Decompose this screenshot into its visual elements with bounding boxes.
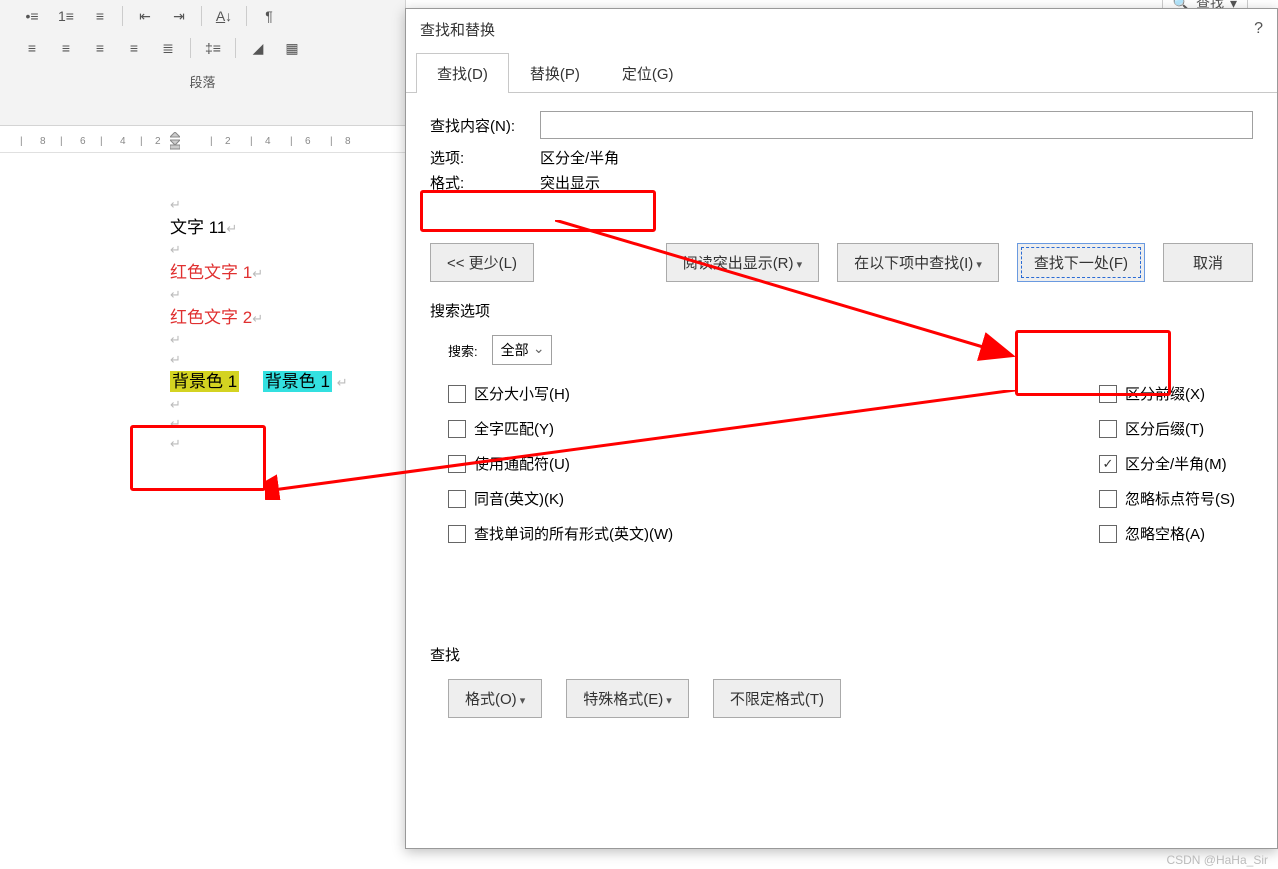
find-section-label: 查找 [430,644,1253,665]
decrease-indent-button[interactable]: ⇤ [131,4,159,28]
ribbon-section-label: 段落 [0,72,405,91]
shading-button[interactable]: ◢ [244,36,272,60]
ruler[interactable]: |8 |6 |4 |2 |2 |4 |6 |8 [0,130,405,153]
numbering-button[interactable]: 1≡ [52,4,80,28]
multilevel-button[interactable]: ≡ [86,4,114,28]
highlighted-text-cyan: 背景色 1 [263,371,332,392]
borders-button[interactable]: ▦ [278,36,306,60]
document-body: ↵ 文字 11↵ ↵ 红色文字 1↵ ↵ 红色文字 2↵ ↵ ↵ 背景色 1 背… [170,195,400,453]
ignore-punct-checkbox[interactable]: 忽略标点符号(S) [1099,488,1235,509]
find-replace-dialog: 查找和替换 ? 查找(D) 替换(P) 定位(G) 查找内容(N): 选项: 区… [405,8,1278,849]
format-button[interactable]: 格式(O) [448,679,542,718]
text-line: 文字 11 [170,218,226,237]
options-value: 区分全/半角 [540,147,619,168]
search-options-label: 搜索选项 [430,300,1253,321]
indent-marker-icon[interactable] [170,132,178,148]
word-forms-checkbox[interactable]: 查找单词的所有形式(英文)(W) [448,523,673,544]
separator [190,38,191,58]
show-marks-button[interactable]: ¶ [255,4,283,28]
justify-button[interactable]: ≡ [120,36,148,60]
dialog-title: 查找和替换 [420,19,495,40]
format-value: 突出显示 [540,172,600,193]
ignore-space-checkbox[interactable]: 忽略空格(A) [1099,523,1235,544]
special-format-button[interactable]: 特殊格式(E) [566,679,689,718]
tab-replace[interactable]: 替换(P) [509,53,601,93]
separator [246,6,247,26]
distribute-button[interactable]: ≣ [154,36,182,60]
cancel-button[interactable]: 取消 [1163,243,1253,282]
separator [235,38,236,58]
match-case-checkbox[interactable]: 区分大小写(H) [448,383,673,404]
red-text-2: 红色文字 2 [170,308,252,327]
align-center-button[interactable]: ≡ [52,36,80,60]
dialog-tabs: 查找(D) 替换(P) 定位(G) [406,53,1277,93]
sort-button[interactable]: A↓ [210,4,238,28]
no-format-button[interactable]: 不限定格式(T) [713,679,841,718]
red-text-1: 红色文字 1 [170,263,252,282]
line-spacing-button[interactable]: ‡≡ [199,36,227,60]
whole-word-checkbox[interactable]: 全字匹配(Y) [448,418,673,439]
search-direction-select[interactable]: 全部 [492,335,552,365]
separator [122,6,123,26]
less-button[interactable]: << 更少(L) [430,243,534,282]
match-prefix-checkbox[interactable]: 区分前缀(X) [1099,383,1235,404]
separator [201,6,202,26]
align-right-button[interactable]: ≡ [86,36,114,60]
find-content-label: 查找内容(N): [430,115,540,136]
paragraph-mark: ↵ [170,195,400,215]
find-in-button[interactable]: 在以下项中查找(I) [837,243,999,282]
search-direction-label: 搜索: [448,341,478,360]
sounds-like-checkbox[interactable]: 同音(英文)(K) [448,488,673,509]
format-label: 格式: [430,172,540,193]
match-suffix-checkbox[interactable]: 区分后缀(T) [1099,418,1235,439]
tab-goto[interactable]: 定位(G) [601,53,695,93]
align-left-button[interactable]: ≡ [18,36,46,60]
ribbon-paragraph-group: •≡ 1≡ ≡ ⇤ ⇥ A↓ ¶ ≡ ≡ ≡ ≡ ≣ ‡≡ ◢ ▦ 段落 [0,0,406,126]
tab-find[interactable]: 查找(D) [416,53,509,93]
highlighted-text-yellow: 背景色 1 [170,371,239,392]
full-half-width-checkbox[interactable]: 区分全/半角(M) [1099,453,1235,474]
watermark: CSDN @HaHa_Sir [1166,853,1268,867]
find-content-input[interactable] [540,111,1253,139]
find-next-button[interactable]: 查找下一处(F) [1017,243,1145,282]
wildcards-checkbox[interactable]: 使用通配符(U) [448,453,673,474]
bullets-button[interactable]: •≡ [18,4,46,28]
help-icon[interactable]: ? [1254,20,1263,38]
reading-highlight-button[interactable]: 阅读突出显示(R) [666,243,819,282]
increase-indent-button[interactable]: ⇥ [165,4,193,28]
options-label: 选项: [430,147,540,168]
